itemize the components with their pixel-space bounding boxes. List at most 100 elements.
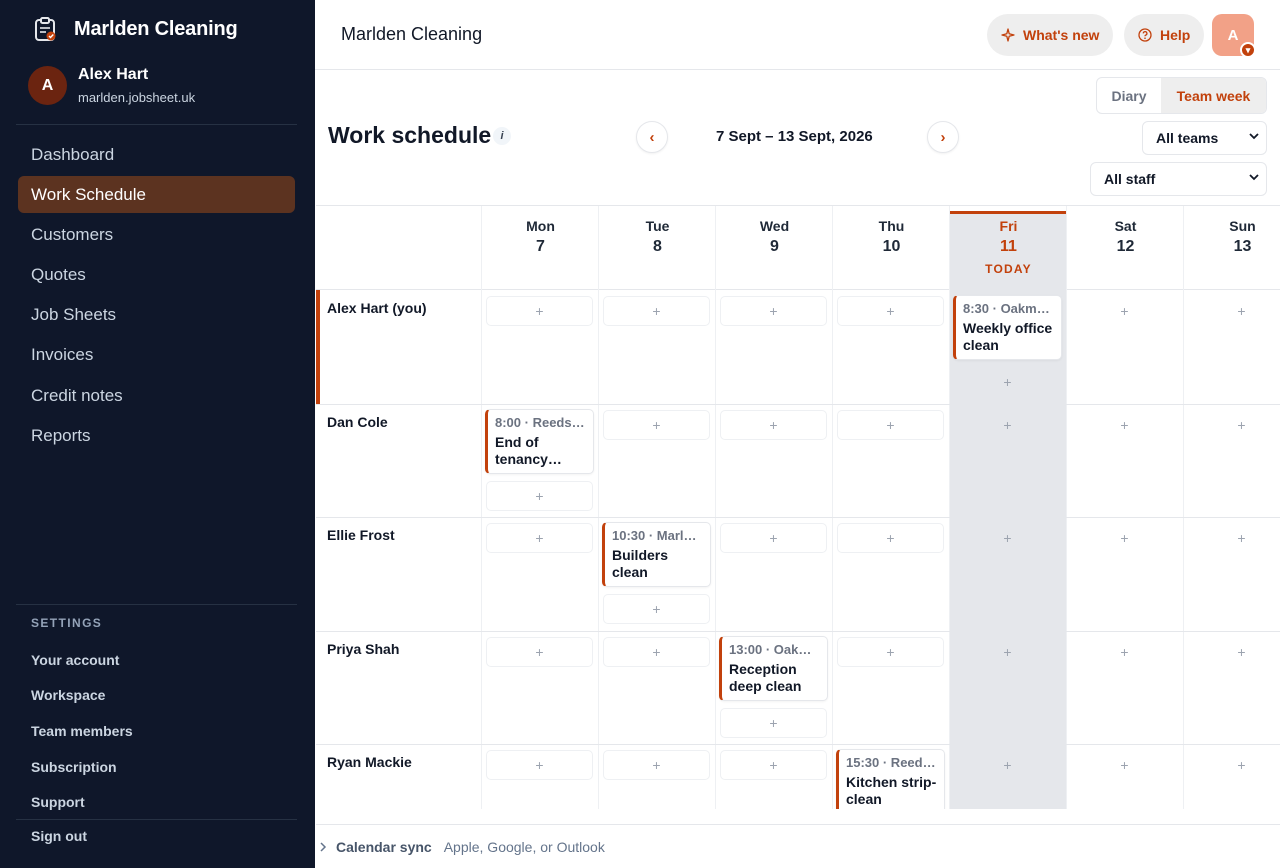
staff-name: Ellie Frost [327,527,395,543]
add-job-button[interactable]: + [486,523,593,553]
job-time-location: 15:30 · Reedside [846,755,937,770]
settings-item-your-account[interactable]: Your account [31,642,133,678]
profile-initial: A [1227,26,1239,44]
job-event-card[interactable]: 13:00 · Oakmere Reception deep clean [719,635,828,701]
job-title: Reception deep clean [729,660,802,694]
add-job-button[interactable]: + [720,296,827,326]
chevron-down-icon [1249,133,1259,140]
column-divider [715,206,716,809]
settings-item-subscription[interactable]: Subscription [31,749,133,785]
brand-name: Marlden Cleaning [74,17,238,40]
column-divider [481,206,482,809]
view-diary-button[interactable]: Diary [1097,78,1161,113]
day-header-wed: Wed 9 [716,218,833,256]
staff-filter-select[interactable]: All staff [1090,162,1267,196]
nav-item-quotes[interactable]: Quotes [18,257,295,294]
help-circle-icon [1138,28,1152,42]
settings-item-team-members[interactable]: Team members [31,713,133,749]
info-icon[interactable]: i [493,127,511,145]
job-title: Weekly office clean [963,320,1053,353]
add-job-button[interactable]: + [603,750,710,780]
calendar-sync-bar[interactable]: Calendar sync Apple, Google, or Outlook [316,824,1280,868]
add-job-button[interactable]: + [603,594,710,624]
add-job-button[interactable]: + [1071,410,1178,440]
add-job-button[interactable]: + [603,296,710,326]
add-job-button[interactable]: + [954,367,1061,397]
add-job-button[interactable]: + [1071,296,1178,326]
add-job-button[interactable]: + [720,707,827,738]
nav-item-customers[interactable]: Customers [18,216,295,253]
add-job-button[interactable]: + [1071,523,1178,553]
add-job-button[interactable]: + [954,523,1061,553]
job-event-card[interactable]: 8:30 · Oakmere Weekly office clean [953,295,1062,360]
add-job-button[interactable]: + [1071,637,1178,667]
staff-name: Priya Shah [327,640,400,657]
help-button[interactable]: Help [1124,14,1205,56]
today-indicator [950,211,1067,214]
job-event-card[interactable]: 8:00 · Reedside End of tenancy clean [485,408,594,474]
calendar-sync-description: Apple, Google, or Outlook [443,838,605,855]
add-job-button[interactable]: + [486,636,593,667]
job-time-location: 10:30 · Marlden [612,528,703,543]
add-job-button[interactable]: + [837,523,944,553]
prev-week-button[interactable]: ‹ [636,121,668,153]
staff-name: Ryan Mackie [327,754,412,770]
add-job-button[interactable]: + [486,480,593,511]
settings-nav: Your account Workspace Team members Subs… [31,642,133,820]
add-job-button[interactable]: + [954,410,1061,440]
sidebar: Marlden Cleaning A Alex Hart marlden.job… [0,0,315,868]
nav-item-credit-notes[interactable]: Credit notes [18,377,295,414]
add-job-button[interactable]: + [603,409,710,440]
settings-item-support[interactable]: Support [31,784,133,820]
chevron-right-icon [320,841,327,852]
add-job-button[interactable]: + [720,750,827,780]
next-week-button[interactable]: › [927,121,959,153]
day-header-thu: Thu 10 [833,218,950,256]
add-job-button[interactable]: + [1071,750,1178,780]
team-week-calendar: Mon 7 Tue 8 Wed 9 Thu 10 Fri 11 TODAY Sat 12 Sun 13 Ale… [316,205,1280,809]
sparkle-icon [1001,28,1015,42]
column-divider [949,206,950,809]
day-name: Sun [1229,218,1256,234]
day-number: 13 [1233,238,1252,255]
add-job-button[interactable]: + [837,296,944,326]
divider [16,604,297,605]
whats-new-button[interactable]: What's new [987,14,1114,56]
job-time-location: 8:00 · Reedside [495,414,586,430]
nav-item-invoices[interactable]: Invoices [18,337,295,374]
job-title: Builders clean [612,547,669,580]
add-job-button[interactable]: + [954,637,1061,667]
add-job-button[interactable]: + [1188,750,1280,780]
add-job-button[interactable]: + [720,409,827,440]
add-job-button[interactable]: + [486,296,593,326]
profile-menu-button[interactable]: A ▾ [1212,14,1256,58]
job-event-card[interactable]: 10:30 · Marlden Builders clean [602,522,711,587]
column-divider [598,206,599,809]
add-job-button[interactable]: + [1188,637,1280,667]
add-job-button[interactable]: + [1188,523,1280,553]
nav-item-dashboard[interactable]: Dashboard [18,136,295,173]
add-job-button[interactable]: + [1188,410,1280,440]
sign-out-link[interactable]: Sign out [31,828,87,844]
nav-item-work-schedule[interactable]: Work Schedule [18,176,295,214]
view-team-week-button[interactable]: Team week [1161,78,1266,113]
add-job-button[interactable]: + [486,750,593,780]
add-job-button[interactable]: + [1188,296,1280,326]
add-job-button[interactable]: + [837,636,944,667]
job-event-card[interactable]: 15:30 · Reedside Kitchen strip-clean [836,749,945,809]
main-nav: Dashboard Work Schedule Customers Quotes… [18,136,295,458]
team-filter-select[interactable]: All teams [1142,121,1267,155]
nav-item-reports[interactable]: Reports [18,417,295,454]
add-job-button[interactable]: + [837,409,944,440]
staff-name: Dan Cole [327,413,388,430]
add-job-button[interactable]: + [603,636,710,667]
day-header-fri: Fri 11 TODAY [950,218,1067,276]
chevron-down-icon: ▾ [1240,42,1256,58]
nav-item-job-sheets[interactable]: Job Sheets [18,297,295,334]
user-profile[interactable]: A Alex Hart marlden.jobsheet.uk [28,66,195,105]
add-job-button[interactable]: + [720,523,827,553]
settings-item-workspace[interactable]: Workspace [31,678,133,714]
brand[interactable]: Marlden Cleaning [32,16,238,42]
today-label: TODAY [985,262,1032,276]
add-job-button[interactable]: + [954,750,1061,780]
